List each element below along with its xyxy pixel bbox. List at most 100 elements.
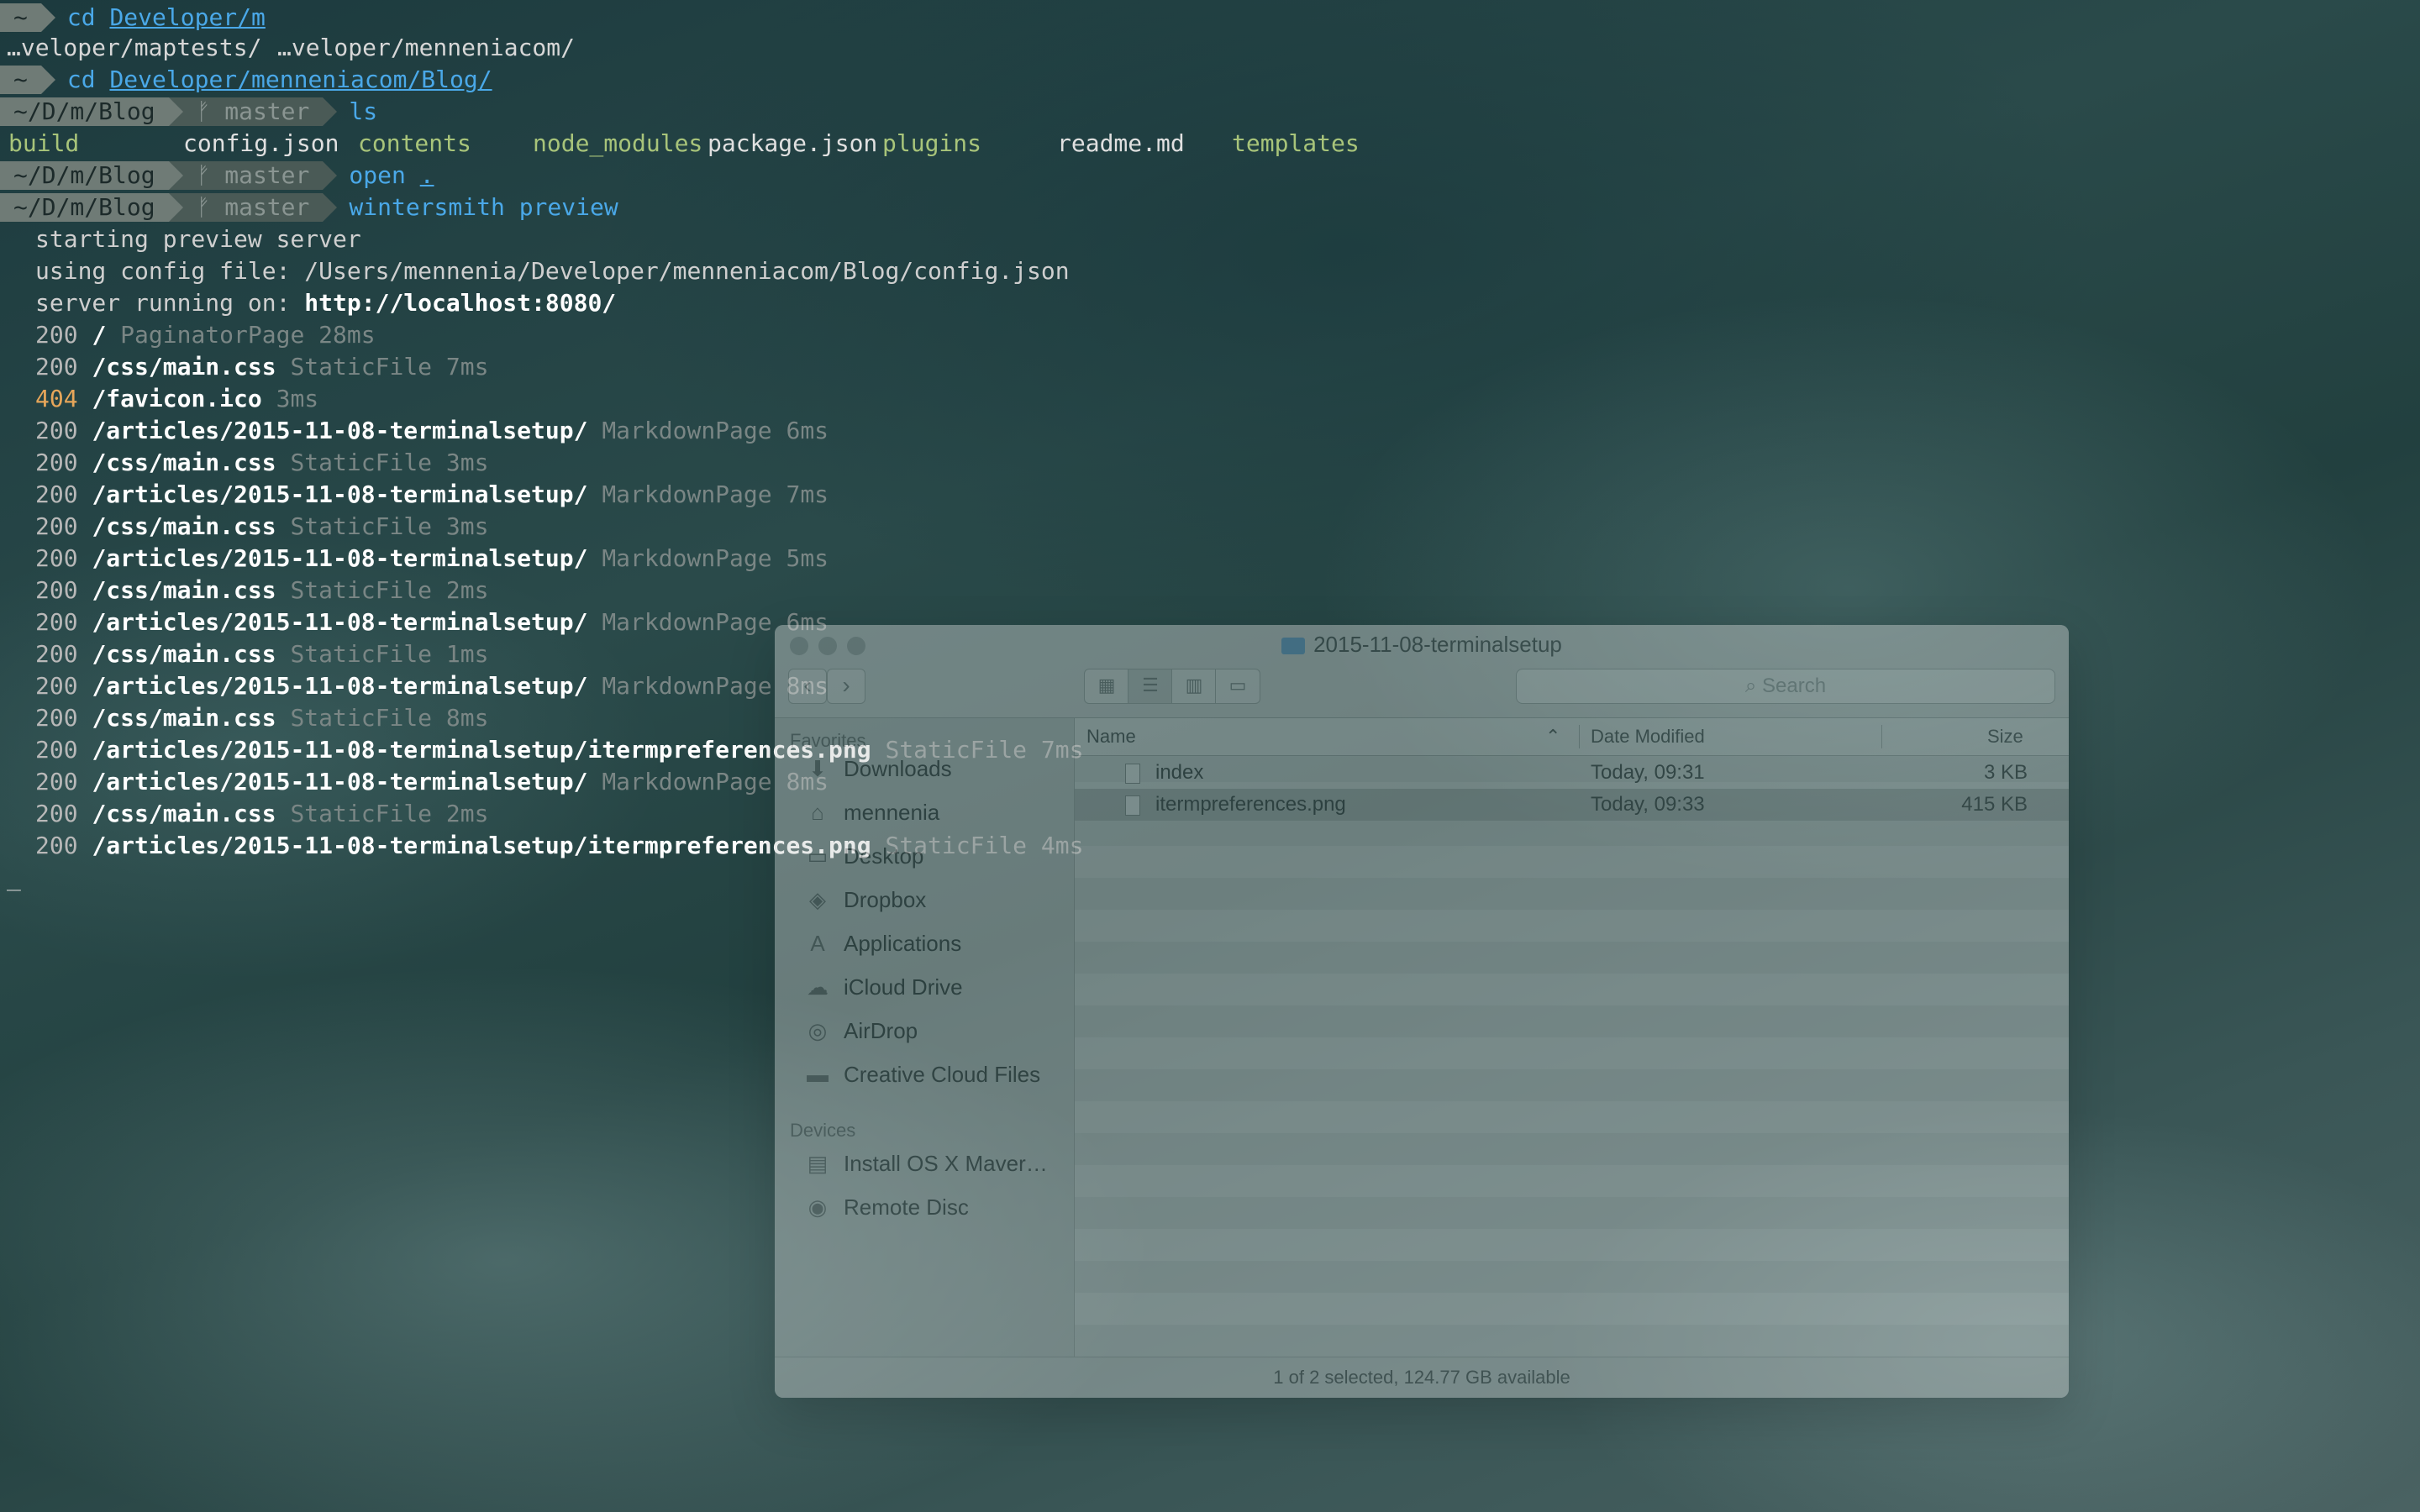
prompt-arrow bbox=[323, 97, 338, 126]
status-code: 200 bbox=[35, 832, 78, 859]
handler-timing: StaticFile 3ms bbox=[290, 449, 489, 476]
server-url: http://localhost:8080/ bbox=[304, 289, 617, 317]
prompt-line-3: ~/D/m/Blog ᚠ master ls bbox=[0, 96, 1428, 128]
finder-window[interactable]: 2015-11-08-terminalsetup ‹ › ▦ ☰ ▥ ▭ ⌕ S… bbox=[775, 625, 2069, 1398]
open-argument: . bbox=[419, 161, 434, 189]
request-path: /articles/2015-11-08-terminalsetup/ bbox=[92, 417, 588, 444]
forward-button[interactable]: › bbox=[827, 669, 865, 704]
column-date-modified[interactable]: Date Modified bbox=[1591, 718, 1705, 755]
finder-sidebar: Favorites ⬇ Downloads ⌂ mennenia ▭ Desktop … bbox=[775, 718, 1075, 1357]
sidebar-item-label: iCloud Drive bbox=[844, 974, 963, 1000]
sidebar-item-label: Applications bbox=[844, 931, 962, 956]
column-view-button[interactable]: ▥ bbox=[1171, 669, 1217, 704]
column-size[interactable]: Size bbox=[1987, 718, 2023, 755]
search-field[interactable]: ⌕ Search bbox=[1516, 669, 2055, 704]
file-size: 415 KB bbox=[1961, 793, 2028, 816]
sidebar-item-label: Remote Disc bbox=[844, 1194, 969, 1220]
icon-view-button[interactable]: ▦ bbox=[1084, 669, 1129, 704]
request-path: /articles/2015-11-08-terminalsetup/ bbox=[92, 608, 588, 636]
request-path: /css/main.css bbox=[92, 353, 276, 381]
column-divider bbox=[1881, 725, 1882, 748]
column-header: Name ⌃ Date Modified Size bbox=[1075, 718, 2069, 756]
favorites-heading: Favorites bbox=[790, 730, 866, 751]
prompt-git-branch: ᚠ master bbox=[182, 161, 324, 190]
column-divider bbox=[1579, 725, 1580, 748]
handler-timing: StaticFile 3ms bbox=[290, 512, 489, 540]
file-row-itermpreferences[interactable]: itermpreferences.png Today, 09:33 415 KB bbox=[1075, 789, 2069, 821]
file-row-index[interactable]: index Today, 09:31 3 KB bbox=[1075, 757, 2069, 789]
request-path: /css/main.css bbox=[92, 512, 276, 540]
image-file-icon bbox=[1125, 795, 1140, 816]
sidebar-item-applications[interactable]: A Applications bbox=[803, 927, 961, 960]
request-path: /css/main.css bbox=[92, 449, 276, 476]
desktop-icon: ▭ bbox=[807, 843, 829, 869]
sidebar-item-desktop[interactable]: ▭ Desktop bbox=[803, 839, 924, 873]
log-line: 200 /css/main.css StaticFile 3ms bbox=[0, 511, 1428, 543]
status-code: 200 bbox=[35, 640, 78, 668]
request-path: /css/main.css bbox=[92, 800, 276, 827]
prompt-line-2: ~ cd Developer/menneniacom/Blog/ bbox=[0, 64, 1428, 96]
status-code: 200 bbox=[35, 353, 78, 381]
log-line: 200 /css/main.css StaticFile 3ms bbox=[0, 447, 1428, 479]
completion-option-1: …veloper/maptests/ bbox=[7, 34, 262, 61]
command-cd: cd bbox=[66, 66, 96, 93]
prompt-line-5: ~/D/m/Blog ᚠ master wintersmith preview bbox=[0, 192, 1428, 223]
status-code: 200 bbox=[35, 417, 78, 444]
server-prefix: server running on: bbox=[35, 289, 305, 317]
sort-ascending-icon: ⌃ bbox=[1545, 726, 1561, 747]
status-code: 200 bbox=[35, 576, 78, 604]
file-name: itermpreferences.png bbox=[1125, 789, 1346, 821]
prompt-arrow bbox=[40, 66, 55, 94]
document-icon bbox=[1125, 763, 1140, 784]
search-placeholder: Search bbox=[1762, 675, 1827, 697]
prompt-arrow bbox=[168, 161, 183, 190]
status-code: 200 bbox=[35, 672, 78, 700]
devices-heading: Devices bbox=[790, 1120, 856, 1141]
ls-output-line: build config.json contents node_modules … bbox=[0, 128, 1428, 160]
prompt-arrow bbox=[323, 161, 338, 190]
sidebar-item-icloud-drive[interactable]: ☁ iCloud Drive bbox=[803, 970, 963, 1004]
prompt-arrow bbox=[168, 97, 183, 126]
sidebar-item-dropbox[interactable]: ◈ Dropbox bbox=[803, 883, 926, 916]
prompt-home-segment: ~ bbox=[0, 66, 41, 94]
output-starting: starting preview server bbox=[35, 225, 361, 253]
sidebar-item-install-disk[interactable]: ▤ Install OS X Maver… bbox=[803, 1147, 1048, 1180]
sidebar-item-remote-disc[interactable]: ◉ Remote Disc bbox=[803, 1190, 969, 1224]
status-code: 200 bbox=[35, 321, 78, 349]
handler-timing: MarkdownPage 7ms bbox=[602, 480, 829, 508]
sidebar-item-downloads[interactable]: ⬇ Downloads bbox=[803, 752, 952, 785]
completion-option-2: …veloper/menneniacom/ bbox=[277, 34, 576, 61]
handler-timing: StaticFile 1ms bbox=[290, 640, 489, 668]
sidebar-item-airdrop[interactable]: ◎ AirDrop bbox=[803, 1014, 918, 1047]
sidebar-item-label: AirDrop bbox=[844, 1018, 918, 1043]
sidebar-item-creative-cloud[interactable]: ▬ Creative Cloud Files bbox=[803, 1058, 1040, 1091]
handler-timing: StaticFile 2ms bbox=[290, 800, 489, 827]
dropbox-icon: ◈ bbox=[809, 887, 826, 912]
status-code: 200 bbox=[35, 449, 78, 476]
applications-icon: A bbox=[810, 931, 825, 956]
output-config: using config file: /Users/mennenia/Devel… bbox=[35, 257, 1070, 285]
folder-icon bbox=[1281, 638, 1306, 655]
command-cd: cd bbox=[66, 3, 96, 31]
status-code: 200 bbox=[35, 544, 78, 572]
status-code: 404 bbox=[35, 385, 78, 412]
prompt-arrow bbox=[40, 3, 55, 32]
completion-line: …veloper/maptests/ …veloper/menneniacom/ bbox=[0, 32, 1428, 64]
coverflow-view-button[interactable]: ▭ bbox=[1215, 669, 1260, 704]
sidebar-item-mennenia[interactable]: ⌂ mennenia bbox=[803, 795, 939, 829]
status-code: 200 bbox=[35, 736, 78, 764]
prompt-line-4: ~/D/m/Blog ᚠ master open . bbox=[0, 160, 1428, 192]
column-name[interactable]: Name bbox=[1086, 718, 1136, 755]
command-open: open bbox=[349, 161, 406, 189]
back-button[interactable]: ‹ bbox=[788, 669, 827, 704]
handler-timing: MarkdownPage 5ms bbox=[602, 544, 829, 572]
request-path: /articles/2015-11-08-terminalsetup/ bbox=[92, 672, 588, 700]
log-line: 200 /articles/2015-11-08-terminalsetup/ … bbox=[0, 479, 1428, 511]
sidebar-item-label: Dropbox bbox=[844, 887, 927, 912]
status-code: 200 bbox=[35, 512, 78, 540]
sidebar-item-label: Desktop bbox=[844, 843, 924, 869]
ls-item: build bbox=[8, 129, 80, 157]
request-path: /articles/2015-11-08-terminalsetup/ bbox=[92, 480, 588, 508]
list-view-button[interactable]: ☰ bbox=[1128, 669, 1173, 704]
finder-title: 2015-11-08-terminalsetup bbox=[775, 632, 2069, 658]
